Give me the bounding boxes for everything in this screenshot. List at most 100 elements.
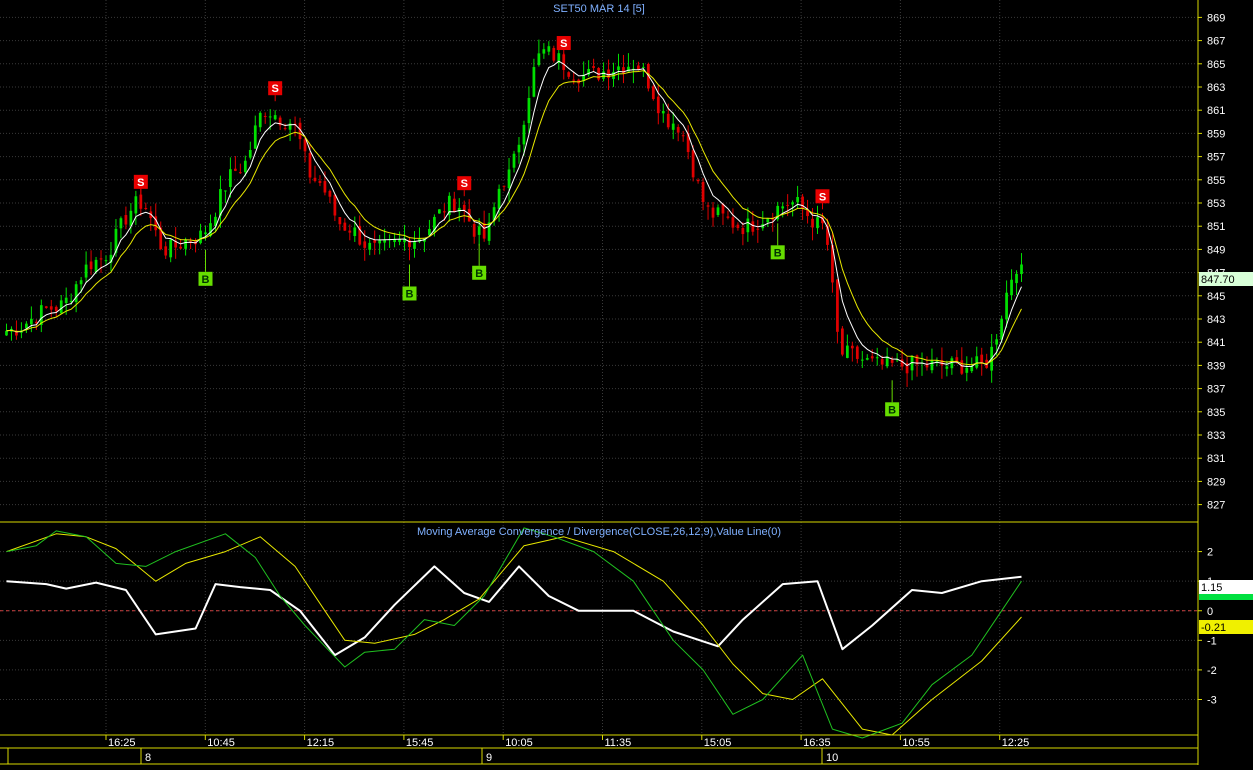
candle-body[interactable] xyxy=(437,209,441,214)
candle-body[interactable] xyxy=(726,216,730,218)
candle-body[interactable] xyxy=(766,218,770,223)
candle-body[interactable] xyxy=(671,123,675,130)
candle-body[interactable] xyxy=(681,135,685,137)
candle-body[interactable] xyxy=(323,181,327,193)
candle-body[interactable] xyxy=(59,300,63,314)
candle-body[interactable] xyxy=(507,169,511,189)
candle-body[interactable] xyxy=(348,230,352,233)
candle-body[interactable] xyxy=(502,185,506,187)
candle-body[interactable] xyxy=(229,169,232,188)
candle-body[interactable] xyxy=(273,115,277,120)
candle-body[interactable] xyxy=(547,46,551,52)
candle-body[interactable] xyxy=(537,53,541,66)
candle-body[interactable] xyxy=(99,258,103,260)
candle-body[interactable] xyxy=(253,125,257,149)
candle-body[interactable] xyxy=(865,358,869,360)
candle-body[interactable] xyxy=(263,115,267,117)
candle-body[interactable] xyxy=(204,232,207,235)
candle-body[interactable] xyxy=(164,246,168,256)
candle-body[interactable] xyxy=(716,207,720,216)
candle-body[interactable] xyxy=(104,260,108,262)
candle-body[interactable] xyxy=(517,144,521,153)
candle-body[interactable] xyxy=(79,280,83,285)
candle-body[interactable] xyxy=(706,205,710,207)
candle-body[interactable] xyxy=(179,246,183,249)
candle-body[interactable] xyxy=(955,357,959,362)
candle-body[interactable] xyxy=(781,206,785,209)
candle-body[interactable] xyxy=(308,153,312,178)
candle-body[interactable] xyxy=(353,227,357,237)
candle[interactable] xyxy=(841,326,844,357)
candle-body[interactable] xyxy=(617,66,620,71)
candle-body[interactable] xyxy=(243,160,247,173)
candle-body[interactable] xyxy=(134,196,138,214)
candle-body[interactable] xyxy=(199,230,202,244)
candle-body[interactable] xyxy=(84,264,88,278)
candle-body[interactable] xyxy=(49,306,53,310)
candle-body[interactable] xyxy=(258,112,262,128)
candle-body[interactable] xyxy=(552,48,556,61)
candle-body[interactable] xyxy=(751,221,755,232)
candle-body[interactable] xyxy=(930,360,934,371)
candle-body[interactable] xyxy=(661,111,665,114)
candle-body[interactable] xyxy=(900,359,904,367)
candle-body[interactable] xyxy=(338,217,342,225)
candle-body[interactable] xyxy=(44,306,48,308)
candle-body[interactable] xyxy=(836,279,839,332)
candle-body[interactable] xyxy=(1005,292,1008,320)
candle-body[interactable] xyxy=(313,177,317,181)
candle-body[interactable] xyxy=(965,367,969,373)
candle-body[interactable] xyxy=(54,306,58,312)
candle-body[interactable] xyxy=(860,359,864,361)
candle-body[interactable] xyxy=(731,217,735,228)
candle-body[interactable] xyxy=(701,181,705,202)
candle-body[interactable] xyxy=(696,179,700,182)
candle-body[interactable] xyxy=(25,323,28,329)
candle-body[interactable] xyxy=(268,116,272,118)
candle-body[interactable] xyxy=(592,66,595,68)
candle-body[interactable] xyxy=(651,86,655,100)
candle-body[interactable] xyxy=(5,330,8,336)
candle-body[interactable] xyxy=(1020,264,1023,275)
candle[interactable] xyxy=(651,84,655,101)
candle-body[interactable] xyxy=(756,228,760,230)
candle-body[interactable] xyxy=(129,210,133,226)
candle-body[interactable] xyxy=(945,366,949,369)
candle-body[interactable] xyxy=(233,168,237,171)
candle-body[interactable] xyxy=(542,49,546,54)
candle-body[interactable] xyxy=(472,224,476,237)
candle-body[interactable] xyxy=(368,242,372,250)
candle-body[interactable] xyxy=(89,261,93,270)
candle-body[interactable] xyxy=(442,211,446,213)
candle-body[interactable] xyxy=(791,202,795,205)
candle-body[interactable] xyxy=(522,124,526,145)
candle-body[interactable] xyxy=(746,218,750,233)
candle-body[interactable] xyxy=(960,360,964,374)
candle-body[interactable] xyxy=(796,197,799,203)
candle-body[interactable] xyxy=(119,218,123,229)
candle-body[interactable] xyxy=(224,190,227,192)
candle-body[interactable] xyxy=(144,208,148,210)
candle-body[interactable] xyxy=(816,217,819,229)
candle-body[interactable] xyxy=(676,127,680,133)
candle-body[interactable] xyxy=(238,172,242,174)
candle[interactable] xyxy=(437,209,441,214)
candle-body[interactable] xyxy=(452,198,456,213)
candle-body[interactable] xyxy=(950,358,954,369)
candle-body[interactable] xyxy=(527,97,531,124)
candle-body[interactable] xyxy=(850,345,854,349)
candle-body[interactable] xyxy=(283,128,287,130)
candle-body[interactable] xyxy=(845,345,849,358)
candle-body[interactable] xyxy=(786,204,790,206)
candle-body[interactable] xyxy=(741,227,745,235)
candle-body[interactable] xyxy=(656,96,660,114)
candle-body[interactable] xyxy=(875,357,879,359)
candle-body[interactable] xyxy=(1010,279,1013,296)
candle-body[interactable] xyxy=(855,346,859,359)
candle-body[interactable] xyxy=(333,194,337,216)
candle-body[interactable] xyxy=(691,150,695,178)
candle-body[interactable] xyxy=(512,153,516,168)
candle-body[interactable] xyxy=(248,149,252,158)
candle-body[interactable] xyxy=(567,72,571,77)
candle-body[interactable] xyxy=(602,71,605,79)
